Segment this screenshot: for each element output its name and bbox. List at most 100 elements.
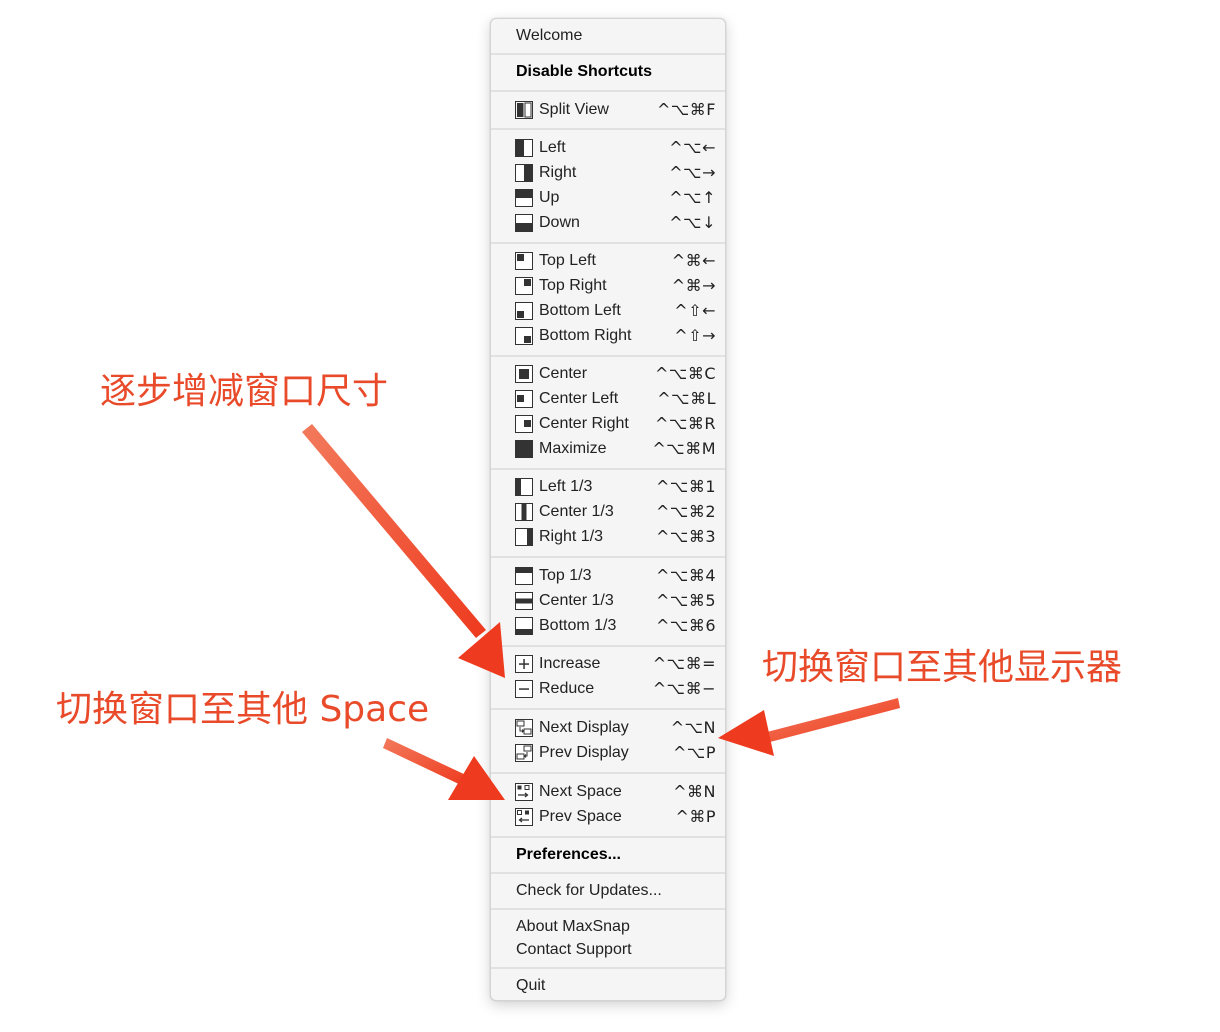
maximize-icon <box>515 440 533 458</box>
shortcut-label: ^⌥⌘F <box>656 100 716 119</box>
menu-item-prev-space[interactable]: Prev Space ^⌘P <box>491 805 725 829</box>
menu-item-preferences[interactable]: Preferences... <box>516 846 621 864</box>
menu-item-middle-third[interactable]: Center 1/3 ^⌥⌘5 <box>491 589 725 613</box>
menu-item-center-right[interactable]: Center Right ^⌥⌘R <box>491 412 725 436</box>
split-view-icon <box>515 101 533 119</box>
bottom-left-icon <box>515 302 533 320</box>
menu-item-label: Center 1/3 <box>539 503 614 520</box>
center-right-icon <box>515 415 533 433</box>
menu-item-label: Center Right <box>539 415 629 432</box>
menu-item-next-display[interactable]: Next Display ^⌥N <box>491 716 725 740</box>
prev-display-icon <box>515 744 533 762</box>
menu-item-bottom-right[interactable]: Bottom Right ^⇧→ <box>491 324 725 348</box>
shortcut-label: ^⌥P <box>673 743 716 762</box>
center-left-icon <box>515 390 533 408</box>
menu-item-contact-support[interactable]: Contact Support <box>516 941 632 959</box>
menu-item-label: Bottom Right <box>539 327 632 344</box>
shortcut-label: ^⌥↑ <box>669 188 716 207</box>
menu-separator <box>491 872 725 874</box>
menu-separator <box>491 772 725 774</box>
next-space-icon <box>515 783 533 801</box>
menu-item-quit[interactable]: Quit <box>516 977 545 995</box>
menu-item-label: Center 1/3 <box>539 592 614 609</box>
shortcut-label: ^⌘P <box>675 807 716 826</box>
menu-separator <box>491 468 725 470</box>
menu-item-top-right[interactable]: Top Right ^⌘→ <box>491 274 725 298</box>
menu-item-label: Left <box>539 139 566 156</box>
menu-item-check-updates[interactable]: Check for Updates... <box>516 882 662 900</box>
right-third-icon <box>515 528 533 546</box>
menu-item-up[interactable]: Up ^⌥↑ <box>491 186 725 210</box>
shortcut-label: ^⌘N <box>673 782 716 801</box>
menu-separator <box>491 355 725 357</box>
menu-item-left-third[interactable]: Left 1/3 ^⌥⌘1 <box>491 475 725 499</box>
menu-item-increase[interactable]: Increase ^⌥⌘= <box>491 652 725 676</box>
menu-item-label: Split View <box>539 101 609 118</box>
arrow-to-next-space <box>383 738 505 800</box>
menu-item-label: Left 1/3 <box>539 478 593 495</box>
shortcut-label: ^⌥⌘1 <box>655 477 716 496</box>
arrow-to-next-display <box>718 698 900 756</box>
shortcut-label: ^⌥⌘2 <box>655 502 716 521</box>
menu-item-center[interactable]: Center ^⌥⌘C <box>491 362 725 386</box>
menu-separator <box>491 645 725 647</box>
menu-item-label: Top Left <box>539 252 596 269</box>
shortcut-label: ^⌥N <box>670 718 716 737</box>
shortcut-label: ^⌥⌘R <box>655 414 716 433</box>
shortcut-label: ^⌥→ <box>669 163 716 182</box>
top-right-icon <box>515 277 533 295</box>
shortcut-label: ^⌥↓ <box>669 213 716 232</box>
menu-item-reduce[interactable]: Reduce ^⌥⌘− <box>491 677 725 701</box>
menu-item-label: Bottom 1/3 <box>539 617 617 634</box>
menu-item-welcome[interactable]: Welcome <box>516 27 582 45</box>
menu-item-label: Next Display <box>539 719 629 736</box>
menu-item-label: Increase <box>539 655 601 672</box>
menu-item-prev-display[interactable]: Prev Display ^⌥P <box>491 741 725 765</box>
maxsnap-menu: Welcome Disable Shortcuts Split View ^⌥⌘… <box>490 18 726 1001</box>
arrow-to-increase <box>302 424 505 678</box>
shortcut-label: ^⌥⌘5 <box>655 591 716 610</box>
menu-item-label: Down <box>539 214 580 231</box>
left-third-icon <box>515 478 533 496</box>
shortcut-label: ^⌘← <box>671 251 716 270</box>
shortcut-label: ^⌥⌘6 <box>655 616 716 635</box>
menu-item-split-view[interactable]: Split View ^⌥⌘F <box>491 98 725 122</box>
menu-item-label: Right 1/3 <box>539 528 604 545</box>
menu-item-label: Top 1/3 <box>539 567 592 584</box>
plus-icon <box>515 655 533 673</box>
menu-item-label: Reduce <box>539 680 595 697</box>
top-half-icon <box>515 189 533 207</box>
bottom-half-icon <box>515 214 533 232</box>
minus-icon <box>515 680 533 698</box>
menu-item-down[interactable]: Down ^⌥↓ <box>491 211 725 235</box>
menu-item-disable-shortcuts[interactable]: Disable Shortcuts <box>516 63 652 81</box>
menu-item-center-left[interactable]: Center Left ^⌥⌘L <box>491 387 725 411</box>
shortcut-label: ^⌘→ <box>671 276 716 295</box>
menu-item-left[interactable]: Left ^⌥← <box>491 136 725 160</box>
menu-separator <box>491 242 725 244</box>
shortcut-label: ^⌥⌘3 <box>655 527 716 546</box>
menu-item-top-left[interactable]: Top Left ^⌘← <box>491 249 725 273</box>
menu-item-label: Bottom Left <box>539 302 621 319</box>
annotation-resize: 逐步增减窗口尺寸 <box>100 371 389 412</box>
menu-item-bottom-left[interactable]: Bottom Left ^⇧← <box>491 299 725 323</box>
shortcut-label: ^⌥⌘− <box>652 679 716 698</box>
shortcut-label: ^⌥⌘C <box>654 364 716 383</box>
center-third-icon <box>515 503 533 521</box>
menu-item-bottom-third[interactable]: Bottom 1/3 ^⌥⌘6 <box>491 614 725 638</box>
menu-item-center-third[interactable]: Center 1/3 ^⌥⌘2 <box>491 500 725 524</box>
menu-item-top-third[interactable]: Top 1/3 ^⌥⌘4 <box>491 564 725 588</box>
menu-item-right[interactable]: Right ^⌥→ <box>491 161 725 185</box>
shortcut-label: ^⌥← <box>669 138 716 157</box>
menu-separator <box>491 53 725 55</box>
menu-item-about[interactable]: About MaxSnap <box>516 918 630 936</box>
right-half-icon <box>515 164 533 182</box>
menu-item-label: Next Space <box>539 783 622 800</box>
menu-separator <box>491 90 725 92</box>
menu-item-label: Maximize <box>539 440 607 457</box>
menu-item-right-third[interactable]: Right 1/3 ^⌥⌘3 <box>491 525 725 549</box>
menu-item-next-space[interactable]: Next Space ^⌘N <box>491 780 725 804</box>
next-display-icon <box>515 719 533 737</box>
menu-item-maximize[interactable]: Maximize ^⌥⌘M <box>491 437 725 461</box>
left-half-icon <box>515 139 533 157</box>
